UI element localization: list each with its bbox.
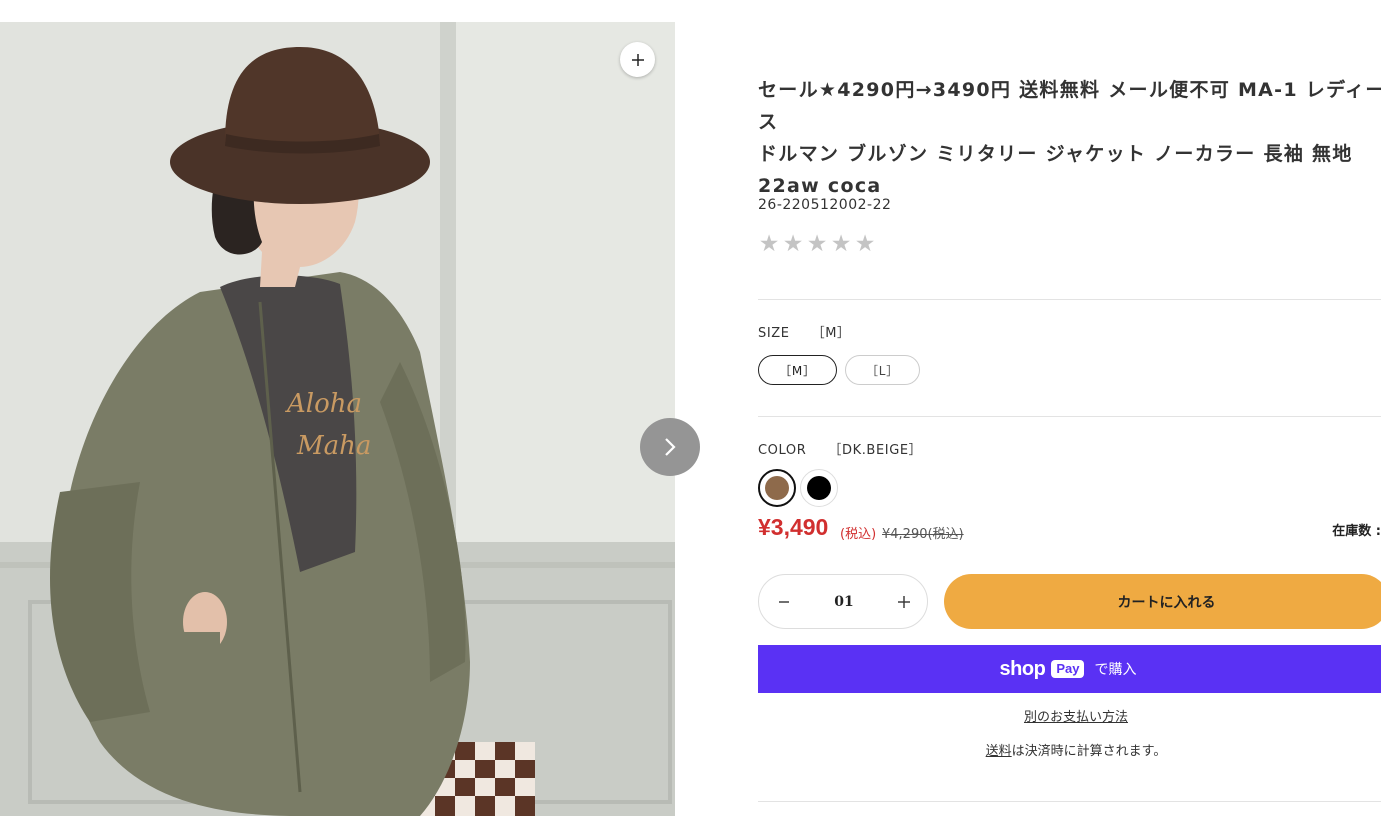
svg-text:Maha: Maha bbox=[296, 431, 371, 461]
shop-pay-label: で購入 bbox=[1094, 662, 1137, 678]
quantity-stepper bbox=[758, 574, 928, 629]
quantity-increase-button[interactable] bbox=[889, 587, 919, 617]
size-option-label: SIZE ［M］ bbox=[758, 322, 851, 341]
size-label: SIZE bbox=[758, 326, 790, 341]
product-sku: 26-220512002-22 bbox=[758, 197, 892, 213]
color-selected-value: ［DK.BEIGE］ bbox=[828, 443, 923, 458]
plus-icon bbox=[898, 596, 910, 608]
shipping-note-text: は決済時に計算されます。 bbox=[1011, 744, 1167, 759]
original-price: ¥4,290(税込) bbox=[882, 527, 964, 542]
plus-icon bbox=[631, 53, 644, 66]
size-selected-value: ［M］ bbox=[811, 326, 851, 341]
quantity-decrease-button[interactable] bbox=[769, 587, 799, 617]
product-gallery: Aloha Maha bbox=[0, 22, 675, 816]
alt-payment-link[interactable]: 別のお支払い方法 bbox=[758, 706, 1381, 725]
shop-pay-button[interactable]: shop Pay で購入 bbox=[758, 645, 1381, 693]
shop-pay-logo: shop bbox=[999, 657, 1046, 680]
next-image-button[interactable] bbox=[640, 418, 700, 476]
chevron-right-icon bbox=[665, 438, 676, 456]
size-options: ［M］ ［L］ bbox=[758, 355, 920, 385]
size-option-m[interactable]: ［M］ bbox=[758, 355, 837, 385]
sale-price: ¥3,490 bbox=[758, 514, 829, 540]
zoom-button[interactable] bbox=[620, 42, 655, 77]
tax-label: (税込) bbox=[840, 527, 877, 542]
product-title: セール★4290円→3490円 送料無料 メール便不可 MA-1 レディース ド… bbox=[758, 79, 1381, 197]
product-photo[interactable]: Aloha Maha bbox=[0, 22, 675, 816]
star-icon: ★ bbox=[830, 231, 852, 257]
color-label: COLOR bbox=[758, 443, 807, 458]
swatch-fill bbox=[765, 476, 789, 500]
price-row: ¥3,490 (税込) ¥4,290(税込) 在庫数 : bbox=[758, 514, 1381, 546]
color-swatch-dk-beige[interactable] bbox=[758, 469, 796, 507]
swatch-fill bbox=[807, 476, 831, 500]
divider bbox=[758, 299, 1381, 300]
star-icon: ★ bbox=[758, 231, 780, 257]
pay-badge: Pay bbox=[1051, 660, 1085, 678]
minus-icon bbox=[779, 601, 789, 603]
shipping-note: 送料は決済時に計算されます。 bbox=[758, 740, 1381, 759]
product-info: セール★4290円→3490円 送料無料 メール便不可 MA-1 レディース ド… bbox=[758, 0, 1381, 816]
star-icon: ★ bbox=[806, 231, 828, 257]
quantity-input[interactable] bbox=[814, 587, 874, 617]
add-to-cart-button[interactable]: カートに入れる bbox=[944, 574, 1381, 629]
stock-label: 在庫数 : bbox=[1332, 524, 1381, 539]
color-swatches bbox=[758, 469, 838, 507]
divider bbox=[758, 801, 1381, 802]
rating-stars: ★ ★ ★ ★ ★ bbox=[758, 230, 876, 258]
svg-text:Aloha: Aloha bbox=[285, 389, 362, 419]
shipping-link[interactable]: 送料 bbox=[986, 744, 1012, 759]
color-option-label: COLOR ［DK.BEIGE］ bbox=[758, 439, 922, 458]
color-swatch-black[interactable] bbox=[800, 469, 838, 507]
star-icon: ★ bbox=[854, 231, 876, 257]
size-option-l[interactable]: ［L］ bbox=[845, 355, 920, 385]
divider bbox=[758, 416, 1381, 417]
star-icon: ★ bbox=[782, 231, 804, 257]
